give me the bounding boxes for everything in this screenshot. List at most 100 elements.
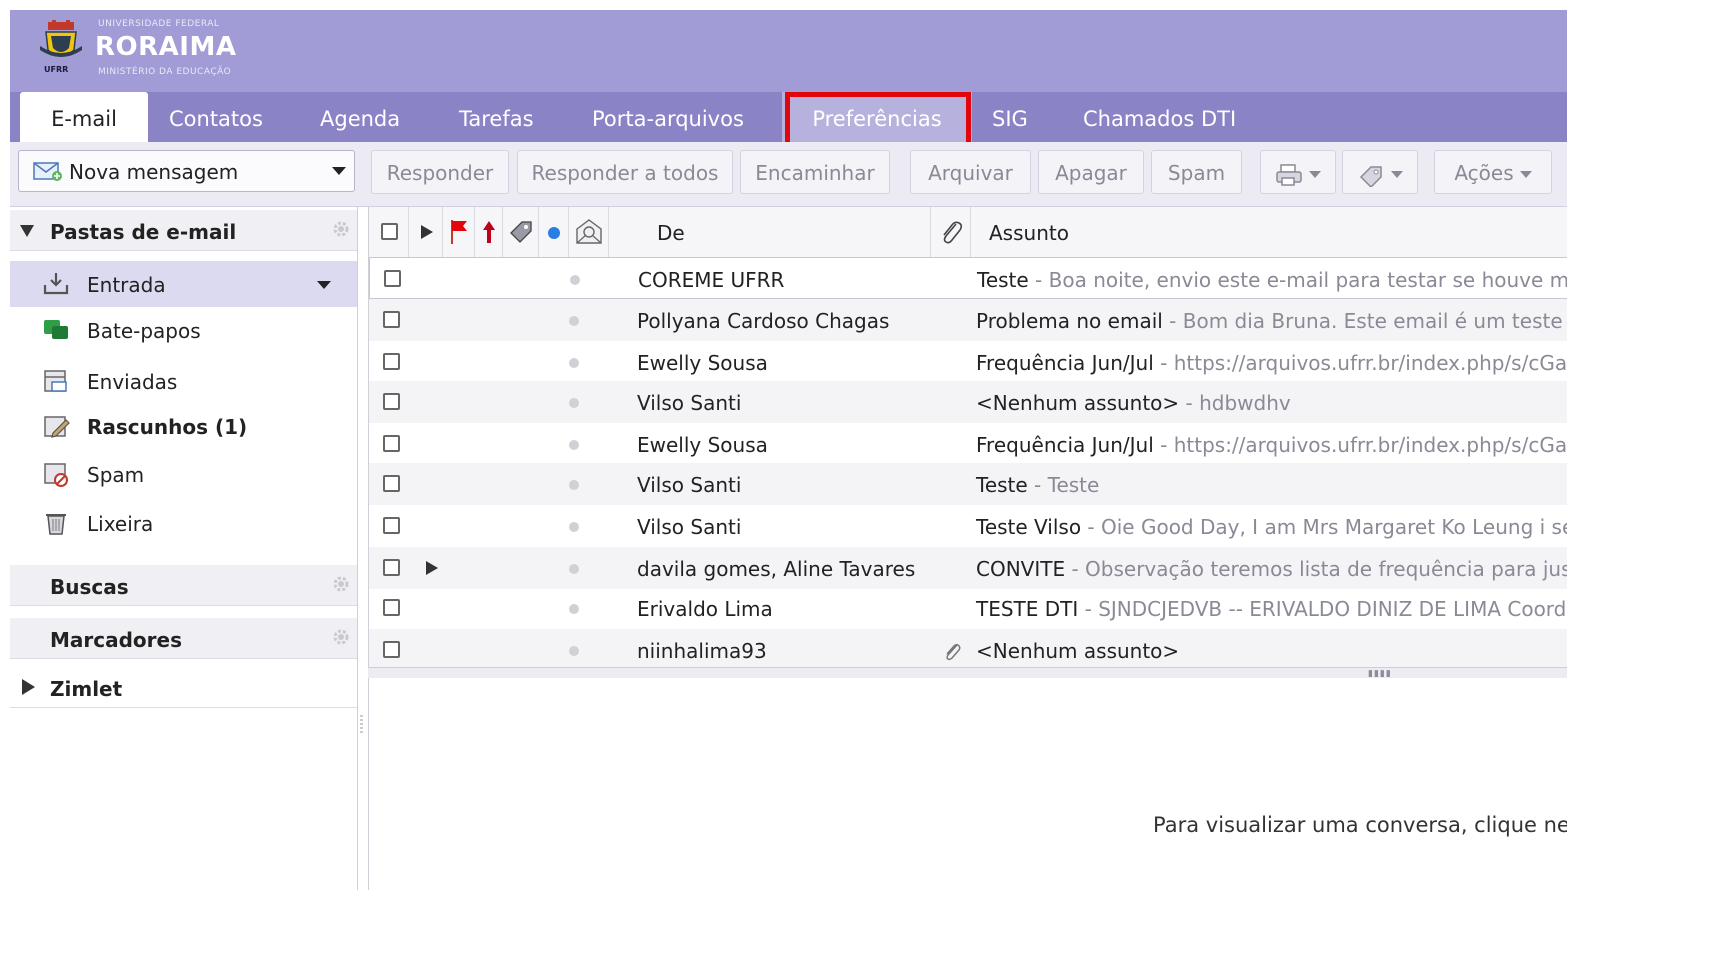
fragment-text: - hdbwdhv bbox=[1179, 391, 1291, 415]
message-row[interactable]: Vilso Santi Teste - Teste bbox=[369, 463, 1567, 505]
expand-column[interactable] bbox=[409, 207, 443, 257]
expand-arrow-icon[interactable] bbox=[22, 679, 35, 695]
message-checkbox[interactable] bbox=[383, 641, 400, 658]
folder-spam[interactable]: Spam bbox=[10, 451, 357, 497]
collapse-arrow-icon[interactable] bbox=[20, 225, 34, 237]
from-column[interactable]: De bbox=[609, 207, 931, 257]
read-status-icon[interactable] bbox=[570, 275, 580, 285]
new-message-button[interactable]: Nova mensagem bbox=[18, 150, 355, 192]
read-status-icon[interactable] bbox=[569, 604, 579, 614]
message-checkbox[interactable] bbox=[383, 475, 400, 492]
message-from: Vilso Santi bbox=[637, 473, 742, 497]
searches-header[interactable]: Buscas bbox=[10, 565, 357, 606]
subject-text: Frequência Jun/Jul bbox=[976, 433, 1154, 457]
folder-trash[interactable]: Lixeira bbox=[10, 500, 357, 546]
message-checkbox[interactable] bbox=[383, 435, 400, 452]
message-row[interactable]: COREME UFRR Teste - Boa noite, envio est… bbox=[369, 257, 1567, 299]
read-status-column[interactable] bbox=[539, 207, 569, 257]
tab-sig[interactable]: SIG bbox=[970, 92, 1050, 142]
message-checkbox[interactable] bbox=[383, 559, 400, 576]
folder-options-dropdown-icon[interactable] bbox=[317, 281, 331, 289]
move-button[interactable] bbox=[1260, 150, 1336, 194]
fragment-text: - Teste bbox=[1027, 473, 1100, 497]
subject-text: <Nenhum assunto> bbox=[976, 391, 1180, 415]
read-status-icon[interactable] bbox=[569, 358, 579, 368]
subject-column[interactable]: Assunto bbox=[971, 207, 1567, 257]
new-message-dropdown-icon[interactable] bbox=[332, 167, 346, 175]
message-row[interactable]: Ewelly Sousa Frequência Jun/Jul - https:… bbox=[369, 341, 1567, 383]
tag-dropdown-icon bbox=[1391, 171, 1403, 178]
spam-button[interactable]: Spam bbox=[1151, 150, 1242, 194]
mail-folders-header[interactable]: Pastas de e-mail bbox=[10, 210, 357, 251]
gear-icon[interactable] bbox=[331, 627, 351, 647]
read-status-icon[interactable] bbox=[569, 564, 579, 574]
message-subject: Problema no email - Bom dia Bruna. Este … bbox=[976, 309, 1567, 333]
trash-icon bbox=[46, 514, 66, 535]
tab-dti-tickets[interactable]: Chamados DTI bbox=[1061, 92, 1258, 142]
sidebar-resize-grip-icon[interactable] bbox=[357, 710, 365, 740]
message-checkbox[interactable] bbox=[383, 517, 400, 534]
priority-column[interactable] bbox=[475, 207, 503, 257]
tab-calendar[interactable]: Agenda bbox=[298, 92, 422, 142]
reply-all-button[interactable]: Responder a todos bbox=[517, 150, 733, 194]
message-checkbox[interactable] bbox=[383, 353, 400, 370]
read-status-icon[interactable] bbox=[569, 522, 579, 532]
tab-preferences[interactable]: Preferências bbox=[782, 92, 972, 142]
folder-inbox[interactable]: Entrada bbox=[10, 261, 357, 307]
tab-email[interactable]: E-mail bbox=[20, 92, 148, 142]
gear-icon[interactable] bbox=[331, 219, 351, 239]
archive-button[interactable]: Arquivar bbox=[910, 150, 1031, 194]
expand-conversation-icon[interactable] bbox=[426, 561, 438, 575]
message-row[interactable]: Ewelly Sousa Frequência Jun/Jul - https:… bbox=[369, 423, 1567, 465]
message-checkbox[interactable] bbox=[383, 393, 400, 410]
folder-drafts[interactable]: Rascunhos (1) bbox=[10, 403, 357, 449]
message-row[interactable]: niinhalima93 <Nenhum assunto> bbox=[369, 629, 1567, 667]
reply-button[interactable]: Responder bbox=[371, 150, 509, 194]
tag-button[interactable] bbox=[1342, 150, 1418, 194]
read-status-icon[interactable] bbox=[569, 646, 579, 656]
move-dropdown-icon bbox=[1309, 171, 1321, 178]
tab-briefcase[interactable]: Porta-arquivos bbox=[570, 92, 766, 142]
drafts-icon bbox=[44, 416, 70, 438]
tab-contacts[interactable]: Contatos bbox=[147, 92, 285, 142]
account-column[interactable] bbox=[569, 207, 609, 257]
message-row[interactable]: davila gomes, Aline Tavares CONVITE - Ob… bbox=[369, 547, 1567, 589]
delete-button[interactable]: Apagar bbox=[1038, 150, 1144, 194]
printer-icon bbox=[1276, 163, 1302, 186]
ufrr-logo[interactable]: UFRR UNIVERSIDADE FEDERAL RORAIMA MINIST… bbox=[32, 16, 272, 78]
message-row[interactable]: Pollyana Cardoso Chagas Problema no emai… bbox=[369, 299, 1567, 341]
fragment-text: - Oie Good Day, I am Mrs Margaret Ko Leu… bbox=[1081, 515, 1567, 539]
gear-icon[interactable] bbox=[331, 574, 351, 594]
forward-button[interactable]: Encaminhar bbox=[740, 150, 890, 194]
read-status-icon[interactable] bbox=[569, 316, 579, 326]
message-checkbox[interactable] bbox=[384, 270, 401, 287]
mail-folders-label: Pastas de e-mail bbox=[50, 220, 237, 244]
message-subject: <Nenhum assunto> bbox=[976, 639, 1179, 663]
actions-button[interactable]: Ações bbox=[1434, 150, 1552, 194]
read-status-icon[interactable] bbox=[569, 440, 579, 450]
tags-header[interactable]: Marcadores bbox=[10, 618, 357, 659]
select-all-checkbox[interactable] bbox=[381, 223, 398, 240]
folder-sent[interactable]: Enviadas bbox=[10, 358, 357, 404]
message-row[interactable]: Erivaldo Lima TESTE DTI - SJNDCJEDVB -- … bbox=[369, 587, 1567, 629]
folder-sidebar: Pastas de e-mail Entrada Bate-papos Envi… bbox=[10, 207, 358, 890]
folder-chats[interactable]: Bate-papos bbox=[10, 307, 357, 353]
tag-column[interactable] bbox=[503, 207, 539, 257]
read-status-icon[interactable] bbox=[569, 398, 579, 408]
read-status-icon[interactable] bbox=[569, 480, 579, 490]
message-checkbox[interactable] bbox=[383, 311, 400, 328]
unread-dot-icon bbox=[548, 227, 560, 239]
zimlet-header[interactable]: Zimlet bbox=[10, 667, 357, 708]
flag-column[interactable] bbox=[443, 207, 475, 257]
message-checkbox[interactable] bbox=[383, 599, 400, 616]
select-all-column[interactable] bbox=[369, 207, 409, 257]
subject-text: <Nenhum assunto> bbox=[976, 639, 1180, 663]
sent-icon bbox=[44, 370, 67, 392]
attachment-column[interactable] bbox=[931, 207, 971, 257]
message-row[interactable]: Vilso Santi <Nenhum assunto> - hdbwdhv bbox=[369, 381, 1567, 423]
message-subject: Teste - Boa noite, envio este e-mail par… bbox=[977, 268, 1567, 292]
tab-tasks[interactable]: Tarefas bbox=[437, 92, 556, 142]
logo-title: RORAIMA bbox=[95, 32, 237, 62]
subject-text: Teste Vilso bbox=[976, 515, 1082, 539]
message-row[interactable]: Vilso Santi Teste Vilso - Oie Good Day, … bbox=[369, 505, 1567, 547]
